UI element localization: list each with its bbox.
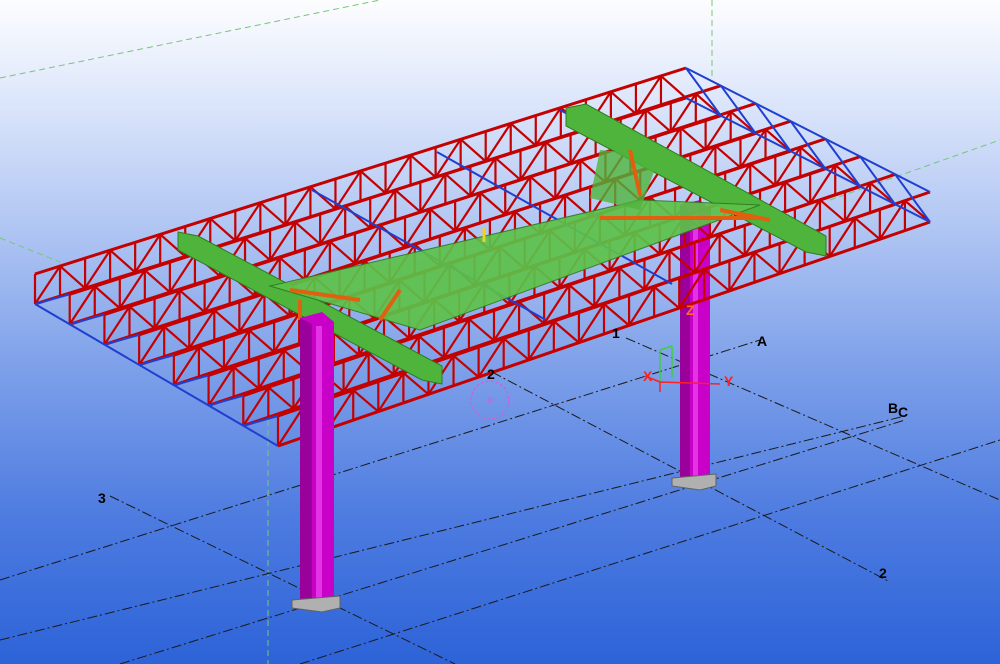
base-plate-near bbox=[291, 595, 341, 613]
grid-label-row-1: 1 bbox=[612, 325, 620, 341]
column-near bbox=[291, 312, 341, 613]
end-brace bbox=[894, 173, 931, 223]
grid-label-col-C: C bbox=[898, 404, 909, 420]
axis-x-label: X bbox=[643, 368, 653, 384]
rotation-center-icon[interactable] bbox=[470, 380, 510, 420]
model-viewport[interactable]: 1 A 2 B C 3 2 X Y Z bbox=[0, 0, 1000, 664]
end-brace bbox=[754, 102, 792, 152]
grid-label-row-2-far: 2 bbox=[879, 565, 887, 581]
end-brace bbox=[720, 85, 757, 135]
end-brace bbox=[789, 120, 827, 170]
grid-label-col-A: A bbox=[757, 333, 768, 349]
base-plate-far bbox=[671, 473, 717, 491]
end-brace bbox=[685, 67, 722, 117]
axis-z-label: Z bbox=[686, 302, 695, 318]
grid-label-col-B: B bbox=[888, 400, 899, 416]
axis-y-label: Y bbox=[724, 373, 734, 389]
grid-lines bbox=[0, 337, 1000, 664]
model-scene[interactable] bbox=[0, 0, 1000, 664]
grid-label-row-2-near: 2 bbox=[487, 366, 495, 382]
end-brace bbox=[859, 155, 896, 205]
grid-label-row-3: 3 bbox=[98, 490, 106, 506]
end-brace bbox=[824, 138, 862, 188]
